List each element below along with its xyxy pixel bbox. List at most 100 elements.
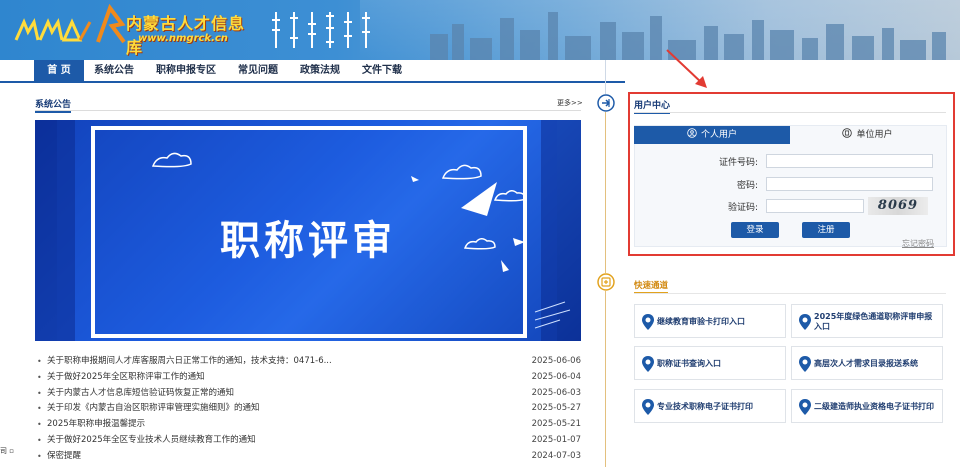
nav-faq[interactable]: 常见问题	[232, 60, 284, 81]
quick-channel-icon	[597, 273, 615, 291]
list-item[interactable]: • 关于做好2025年全区职称评审工作的通知 2025-06-04	[35, 370, 581, 386]
site-header: 内蒙古人才信息库 www.nmgrck.cn	[0, 0, 960, 60]
bullet-icon: •	[37, 357, 42, 366]
location-pin-icon	[642, 356, 654, 372]
location-pin-icon	[642, 399, 654, 415]
announcement-list: • 关于职称申报期间人才库客服周六日正常工作的通知，技术支持：0471-6...…	[35, 354, 581, 465]
list-item[interactable]: • 关于印发《内蒙古自治区职称评审管理实施细则》的通知 2025-05-27	[35, 401, 581, 417]
list-item-title[interactable]: 关于印发《内蒙古自治区职称评审管理实施细则》的通知	[47, 401, 260, 417]
bullet-icon: •	[37, 451, 42, 461]
list-item-date: 2025-06-03	[531, 387, 581, 398]
nav-title-application[interactable]: 职称申报专区	[150, 60, 222, 81]
logo-url: www.nmgrck.cn	[138, 33, 228, 44]
location-pin-icon	[799, 399, 811, 415]
quick-channel-title: 快速通道	[634, 279, 669, 294]
side-stub-text: 司 ▫	[0, 447, 14, 455]
login-arrow-icon	[597, 94, 615, 112]
password-label: 密码:	[736, 181, 758, 191]
list-item[interactable]: • 2025年职称申报温馨提示 2025-05-21	[35, 417, 581, 433]
skyline-building	[724, 34, 744, 60]
quick-link-constructor-cert[interactable]: 二级建造师执业资格电子证书打印	[791, 389, 943, 423]
logo-r-icon	[96, 4, 126, 44]
id-number-input[interactable]	[766, 154, 933, 168]
login-button[interactable]: 登录	[731, 222, 779, 238]
quick-link-e-cert-print[interactable]: 专业技术职称电子证书打印	[634, 389, 786, 423]
location-pin-icon	[799, 356, 811, 372]
bullet-icon: •	[37, 372, 42, 382]
list-item-title[interactable]: 关于职称申报期间人才库客服周六日正常工作的通知，技术支持：0471-6...	[47, 354, 332, 370]
register-button[interactable]: 注册	[802, 222, 850, 238]
bullet-icon: •	[37, 435, 42, 445]
nav-home[interactable]: 首 页	[34, 60, 84, 81]
nav-downloads[interactable]: 文件下载	[356, 60, 408, 81]
skyline-building	[650, 16, 662, 60]
list-item[interactable]: • 关于做好2025年全区专业技术人员继续教育工作的通知 2025-01-07	[35, 433, 581, 449]
list-item-date: 2025-05-27	[531, 403, 581, 414]
password-input[interactable]	[766, 177, 933, 191]
nav-policies[interactable]: 政策法规	[294, 60, 346, 81]
skyline-building	[452, 24, 464, 60]
skyline-building	[622, 32, 644, 60]
location-pin-icon	[799, 314, 811, 330]
captcha-label: 验证码:	[727, 203, 758, 213]
skyline-building	[882, 28, 894, 60]
id-number-label: 证件号码:	[718, 158, 758, 168]
captcha-input[interactable]	[766, 199, 864, 213]
list-item-date: 2025-06-06	[531, 356, 581, 366]
quick-link-label: 2025年度绿色通道职称评审申报入口	[814, 312, 933, 331]
list-item[interactable]: • 关于职称申报期间人才库客服周六日正常工作的通知，技术支持：0471-6...…	[35, 354, 581, 370]
list-item-title[interactable]: 关于做好2025年全区专业技术人员继续教育工作的通知	[47, 433, 256, 449]
list-item-title[interactable]: 关于做好2025年全区职称评审工作的通知	[47, 370, 205, 386]
quick-channel-divider	[634, 293, 946, 294]
tab-personal-label: 个人用户	[700, 130, 737, 140]
tab-personal-user[interactable]: 个人用户	[634, 126, 790, 144]
list-item-date: 2025-05-21	[531, 419, 581, 430]
quick-link-cert-card[interactable]: 继续教育审验卡打印入口	[634, 304, 786, 338]
skyline-building	[802, 38, 818, 60]
skyline-building	[600, 22, 616, 60]
list-item-title[interactable]: 关于内蒙古人才信息库短信验证码恢复正常的通知	[47, 386, 234, 402]
skyline-building	[520, 30, 540, 60]
quick-link-label: 二级建造师执业资格电子证书打印	[814, 402, 934, 411]
more-link[interactable]: 更多>>	[557, 98, 583, 108]
banner-title: 职称评审	[220, 218, 396, 264]
list-item-date: 2025-06-04	[531, 371, 581, 382]
skyline-building	[852, 36, 874, 60]
skyline-building	[932, 32, 946, 60]
nav-announcements[interactable]: 系统公告	[88, 60, 140, 81]
user-center-divider	[634, 112, 946, 113]
tab-unit-user[interactable]: 单位用户	[790, 126, 945, 144]
tab-unit-label: 单位用户	[856, 130, 893, 140]
list-item-title[interactable]: 保密提醒	[47, 449, 81, 465]
skyline-building	[430, 34, 448, 60]
bullet-icon: •	[37, 388, 42, 398]
user-icon	[687, 128, 697, 138]
skyline-building	[548, 12, 558, 60]
site-logo[interactable]: 内蒙古人才信息库 www.nmgrck.cn	[14, 4, 254, 57]
skyline-building	[770, 30, 794, 60]
skyline-building	[826, 24, 844, 60]
skyline-building	[565, 36, 591, 60]
location-pin-icon	[642, 314, 654, 330]
quick-link-label: 高层次人才需求目录报送系统	[814, 359, 918, 368]
forgot-password-link[interactable]: 忘记密码	[902, 238, 934, 249]
list-item[interactable]: • 保密提醒 2024-07-03	[35, 449, 581, 465]
quick-link-label: 专业技术职称电子证书打印	[657, 402, 753, 411]
list-item-date: 2025-01-07	[531, 434, 581, 445]
list-item-title[interactable]: 2025年职称申报温馨提示	[47, 417, 145, 433]
quick-link-talent-demand[interactable]: 高层次人才需求目录报送系统	[791, 346, 943, 380]
banner-image[interactable]: 职称评审	[35, 120, 581, 341]
announcements-divider	[35, 110, 581, 111]
skyline-building	[752, 20, 764, 60]
annotation-arrow	[666, 49, 707, 88]
main-nav: 首 页 系统公告 职称申报专区 常见问题 政策法规 文件下载	[0, 60, 625, 83]
quick-link-green-channel[interactable]: 2025年度绿色通道职称评审申报入口	[791, 304, 943, 338]
list-item-date: 2024-07-03	[531, 450, 581, 461]
quick-link-cert-query[interactable]: 职称证书查询入口	[634, 346, 786, 380]
captcha-image[interactable]: 8069	[868, 197, 928, 215]
list-item[interactable]: • 关于内蒙古人才信息库短信验证码恢复正常的通知 2025-06-03	[35, 386, 581, 402]
logo-mark-icon	[14, 18, 92, 42]
bullet-icon: •	[37, 420, 42, 430]
quick-link-label: 继续教育审验卡打印入口	[657, 317, 745, 326]
mongolian-script-logo	[272, 12, 370, 48]
